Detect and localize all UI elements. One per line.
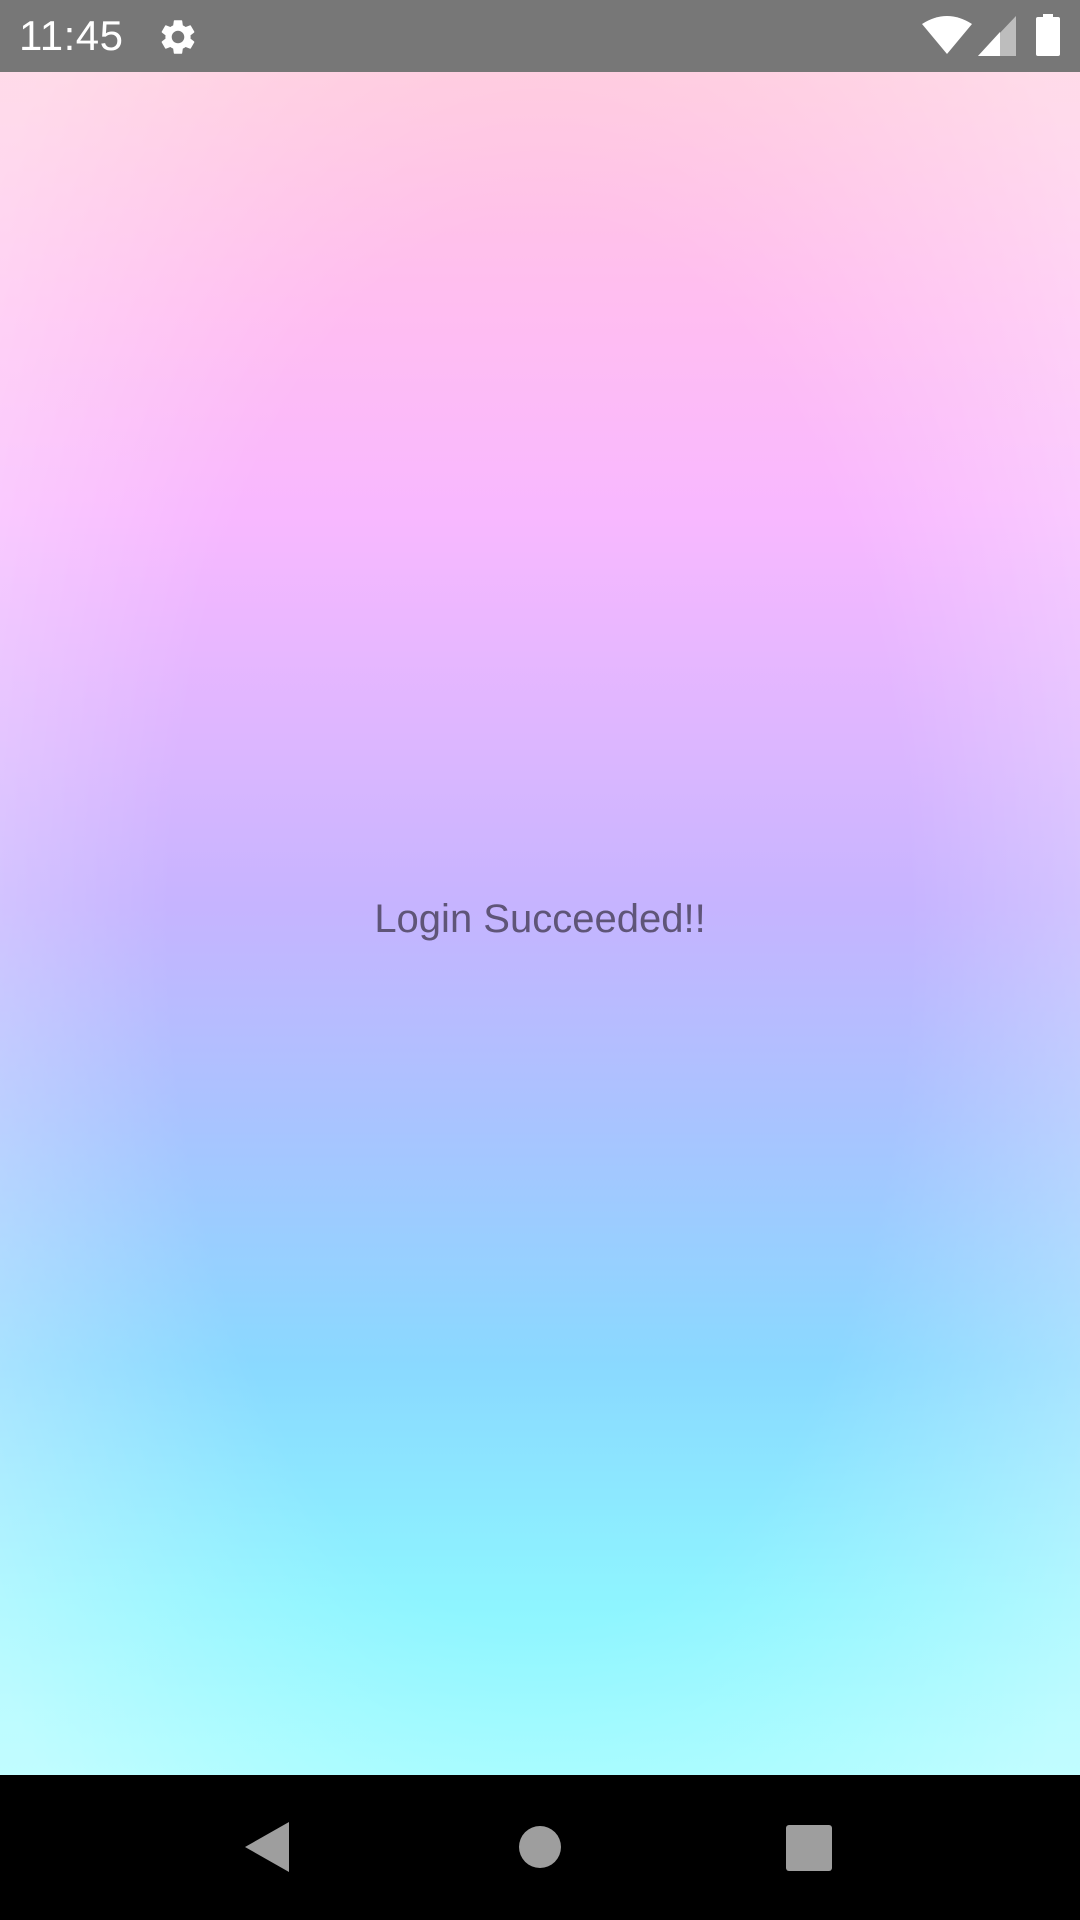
- home-icon[interactable]: [519, 1826, 561, 1868]
- wifi-icon: [922, 16, 972, 54]
- recents-icon[interactable]: [786, 1825, 832, 1871]
- status-bar: 11:45: [0, 0, 1080, 72]
- login-success-message: Login Succeeded!!: [374, 897, 706, 941]
- gear-icon: [161, 20, 195, 54]
- status-time: 11:45: [19, 12, 124, 59]
- battery-icon: [1036, 14, 1060, 56]
- back-icon[interactable]: [245, 1822, 289, 1872]
- navigation-bar: [0, 1775, 1080, 1920]
- login-result-screen: Login Succeeded!!: [0, 72, 1080, 1775]
- phone-screen: 11:45 Login Succeeded!!: [0, 0, 1080, 1920]
- cell-signal-icon: [978, 16, 1016, 56]
